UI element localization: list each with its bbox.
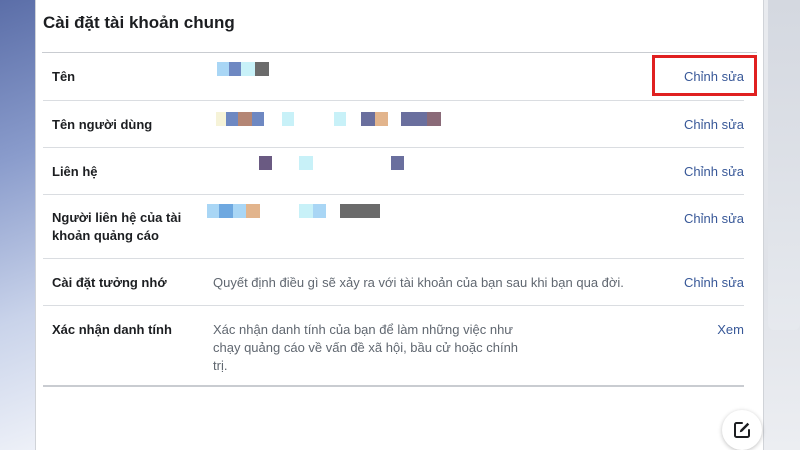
compose-edit-icon (734, 422, 750, 438)
new-message-button[interactable] (722, 410, 762, 450)
row-value-identity-line1: Xác nhận danh tính của bạn để làm những … (213, 322, 514, 337)
page-title: Cài đặt tài khoản chung (43, 13, 235, 32)
view-identity-confirmation-link[interactable]: Xem (717, 321, 744, 339)
row-label-memorialization: Cài đặt tưởng nhớ (52, 275, 167, 290)
edit-username-link[interactable]: Chỉnh sửa (684, 116, 744, 134)
row-value-memorialization: Quyết định điều gì sẽ xảy ra với tài kho… (213, 275, 624, 290)
row-label-contact: Liên hệ (52, 164, 98, 179)
settings-row-contact: Liên hệ Chỉnh sửa (43, 148, 744, 195)
settings-row-username: Tên người dùng Chỉnh sửa (43, 101, 744, 148)
row-value-identity-line3: trị. (213, 358, 228, 373)
row-value-identity-line2: chạy quảng cáo về vấn đề xã hội, bầu cử … (213, 340, 519, 355)
edit-memorialization-link[interactable]: Chỉnh sửa (684, 274, 744, 292)
settings-row-ad-account-contact: Người liên hệ của tài khoản quảng cáo Ch… (43, 195, 744, 259)
settings-row-name: Tên Chỉnh sửa (43, 53, 744, 101)
bottom-divider (43, 385, 744, 387)
settings-row-identity-confirmation: Xác nhận danh tính Xác nhận danh tính củ… (43, 306, 744, 384)
background-left (0, 0, 40, 450)
settings-row-memorialization: Cài đặt tưởng nhớ Quyết định điều gì sẽ … (43, 259, 744, 306)
row-label-ad-account-contact: Người liên hệ của tài khoản quảng cáo (52, 209, 181, 245)
edit-contact-link[interactable]: Chỉnh sửa (684, 163, 744, 181)
row-value-identity-confirmation: Xác nhận danh tính của bạn để làm những … (213, 321, 518, 375)
row-label-ad-account-contact-line2: khoản quảng cáo (52, 228, 159, 243)
row-label-name: Tên (52, 69, 76, 84)
annotation-highlight-box (652, 55, 757, 96)
row-label-ad-account-contact-line1: Người liên hệ của tài (52, 210, 182, 225)
edit-ad-account-contact-link[interactable]: Chỉnh sửa (684, 210, 744, 228)
background-right (760, 0, 800, 450)
row-label-identity-confirmation: Xác nhận danh tính (52, 322, 172, 337)
row-label-username: Tên người dùng (52, 117, 153, 132)
